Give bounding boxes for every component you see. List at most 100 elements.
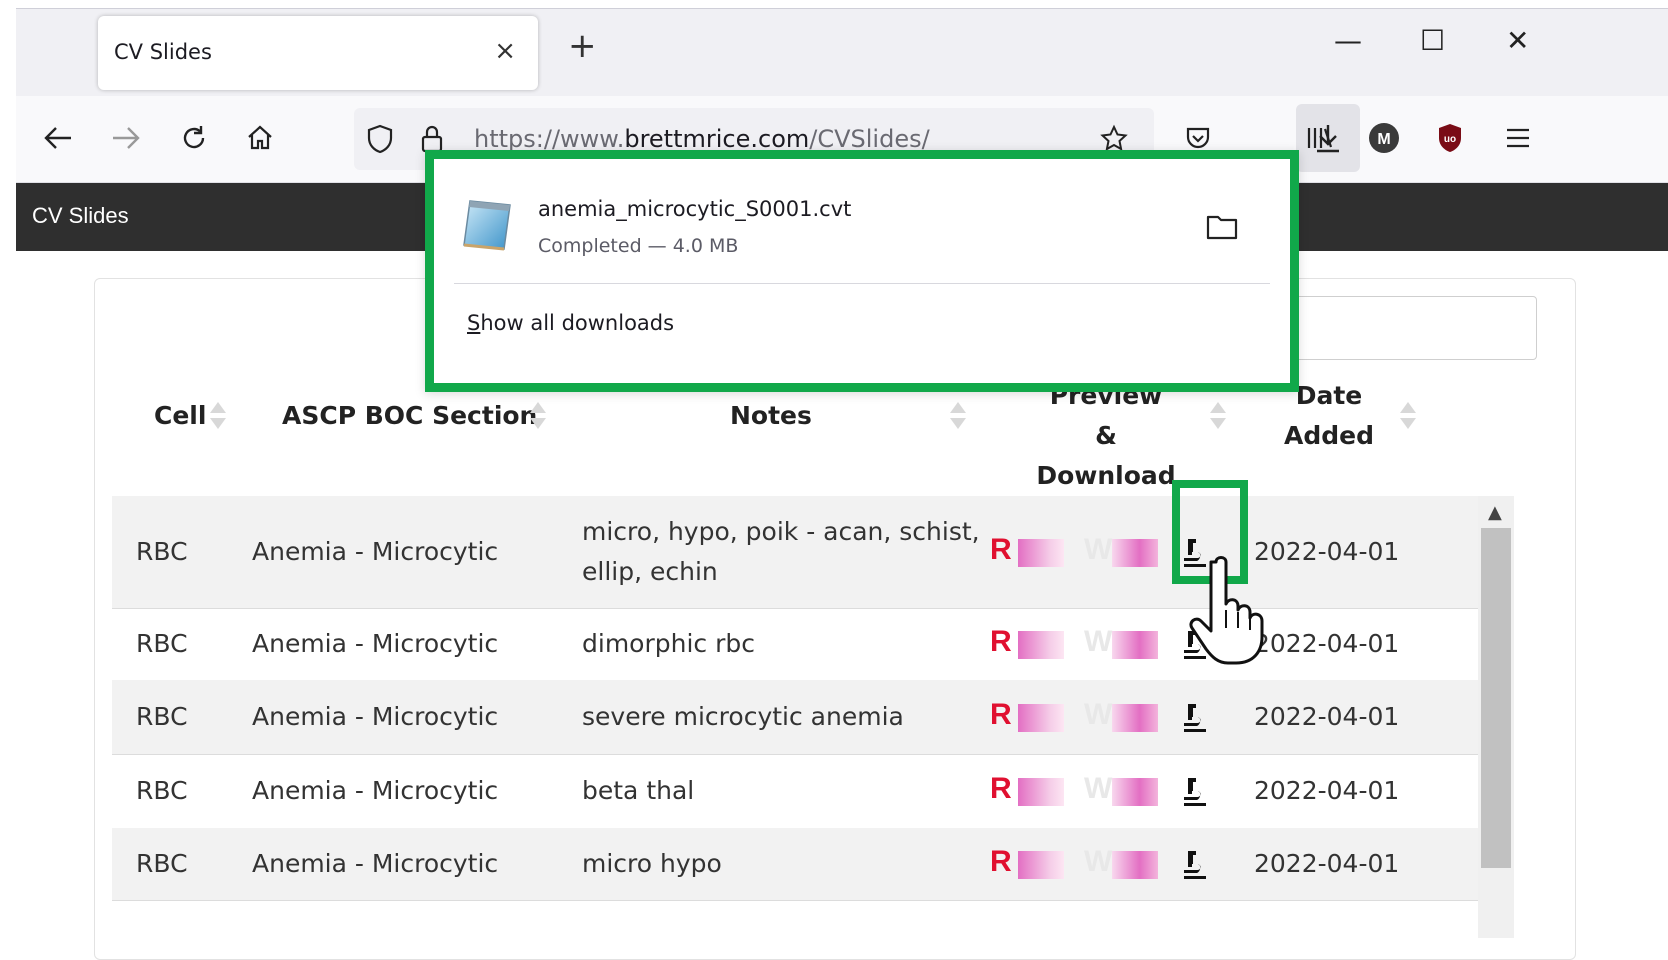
cell-notes: beta thal	[582, 776, 695, 805]
url-prefix: https://www.	[474, 125, 625, 153]
preview-r-label: R	[990, 845, 1012, 878]
preview-swatch	[1018, 851, 1064, 879]
cell-notes: dimorphic rbc	[582, 629, 755, 658]
download-status: Completed — 4.0 MB	[538, 235, 739, 257]
preview-swatch	[1112, 778, 1158, 806]
download-file-name[interactable]: anemia_microcytic_S0001.cvt	[538, 197, 851, 221]
table-row[interactable]: RBC Anemia - Microcytic severe microcyti…	[112, 680, 1478, 755]
microscope-download-icon[interactable]	[1180, 848, 1210, 880]
url-domain: brettmrice.com	[624, 125, 810, 153]
preview-swatch	[1112, 631, 1158, 659]
menu-icon[interactable]	[1496, 116, 1540, 160]
scroll-thumb[interactable]	[1481, 528, 1511, 868]
search-input[interactable]	[1270, 296, 1537, 360]
preview-w-label: W	[1084, 698, 1113, 731]
table-scrollbar[interactable]: ▲	[1478, 496, 1514, 938]
reload-icon[interactable]	[172, 116, 216, 160]
preview-r-label: R	[990, 625, 1012, 658]
preview-r-button[interactable]: R	[990, 533, 1064, 567]
preview-r-label: R	[990, 533, 1012, 566]
cell-date: 2022-04-01	[1254, 702, 1400, 731]
cell-section: Anemia - Microcytic	[252, 537, 499, 566]
preview-w-button[interactable]: W	[1084, 625, 1158, 659]
header-cell[interactable]: Cell	[154, 396, 206, 436]
table-header: Cell ASCP BOC Section Notes Preview & Do…	[112, 381, 1514, 498]
tab-title: CV Slides	[114, 40, 212, 64]
cell-date: 2022-04-01	[1254, 776, 1400, 805]
table-row[interactable]: RBC Anemia - Microcytic beta thal R W 20…	[112, 754, 1478, 829]
site-brand[interactable]: CV Slides	[32, 203, 129, 229]
svg-text:M: M	[1377, 131, 1390, 148]
preview-swatch	[1018, 704, 1064, 732]
preview-w-button[interactable]: W	[1084, 772, 1158, 806]
sort-icon[interactable]	[530, 402, 546, 432]
downloads-panel: anemia_microcytic_S0001.cvt Completed — …	[425, 150, 1299, 392]
preview-r-label: R	[990, 772, 1012, 805]
preview-swatch	[1112, 539, 1158, 567]
url-text[interactable]: https://www.brettmrice.com/CVSlides/	[474, 125, 930, 153]
svg-text:uo: uo	[1444, 134, 1456, 145]
cell-type: RBC	[136, 849, 188, 878]
shield-icon[interactable]	[358, 117, 402, 161]
preview-w-label: W	[1084, 625, 1113, 658]
preview-w-button[interactable]: W	[1084, 698, 1158, 732]
preview-r-button[interactable]: R	[990, 772, 1064, 806]
scroll-up-icon[interactable]: ▲	[1488, 502, 1502, 523]
microscope-download-icon[interactable]	[1180, 701, 1210, 733]
preview-r-button[interactable]: R	[990, 698, 1064, 732]
url-path: /CVSlides/	[809, 125, 930, 153]
cell-type: RBC	[136, 702, 188, 731]
minimize-button[interactable]: —	[1334, 27, 1362, 55]
notes-line: ellip, echin	[582, 557, 718, 586]
preview-r-label: R	[990, 698, 1012, 731]
cell-type: RBC	[136, 776, 188, 805]
tab-cv-slides[interactable]: CV Slides ×	[98, 16, 538, 90]
header-notes[interactable]: Notes	[730, 396, 812, 436]
cell-notes: severe microcytic anemia	[582, 702, 904, 731]
cell-section: Anemia - Microcytic	[252, 849, 499, 878]
cell-section: Anemia - Microcytic	[252, 629, 499, 658]
tab-strip: CV Slides × + — ☐ ✕	[16, 8, 1668, 96]
preview-r-button[interactable]: R	[990, 625, 1064, 659]
preview-w-button[interactable]: W	[1084, 533, 1158, 567]
account-avatar-icon[interactable]: M	[1362, 116, 1406, 160]
panel-divider	[454, 283, 1270, 284]
cell-type: RBC	[136, 629, 188, 658]
back-icon[interactable]	[36, 116, 80, 160]
cell-notes: micro hypo	[582, 849, 722, 878]
header-preview[interactable]: Preview & Download	[1036, 376, 1176, 496]
cell-notes: micro, hypo, poik - acan, schist, ellip,…	[582, 512, 980, 592]
microscope-download-icon[interactable]	[1180, 775, 1210, 807]
home-icon[interactable]	[238, 116, 282, 160]
show-all-label: how all downloads	[480, 311, 675, 335]
header-section[interactable]: ASCP BOC Section	[282, 396, 537, 436]
cell-section: Anemia - Microcytic	[252, 702, 499, 731]
cell-date: 2022-04-01	[1254, 849, 1400, 878]
open-folder-icon[interactable]	[1206, 213, 1238, 245]
maximize-button[interactable]: ☐	[1420, 27, 1445, 55]
preview-swatch	[1112, 851, 1158, 879]
table-row[interactable]: RBC Anemia - Microcytic micro hypo R W 2…	[112, 828, 1478, 901]
preview-w-label: W	[1084, 845, 1113, 878]
sort-icon[interactable]	[950, 402, 966, 432]
notes-line: micro, hypo, poik - acan, schist,	[582, 517, 980, 546]
preview-swatch	[1018, 631, 1064, 659]
preview-w-button[interactable]: W	[1084, 845, 1158, 879]
sort-icon[interactable]	[1400, 402, 1416, 432]
forward-icon[interactable]	[104, 116, 148, 160]
preview-r-button[interactable]: R	[990, 845, 1064, 879]
hand-cursor-icon	[1189, 556, 1264, 665]
library-icon[interactable]	[1298, 116, 1342, 160]
cell-section: Anemia - Microcytic	[252, 776, 499, 805]
preview-w-label: W	[1084, 533, 1113, 566]
show-all-accesskey: S	[467, 311, 481, 335]
show-all-downloads-link[interactable]: Show all downloads	[467, 311, 674, 335]
tab-close-icon[interactable]: ×	[494, 36, 516, 66]
ublock-shield-icon[interactable]: uo	[1428, 116, 1472, 160]
sort-icon[interactable]	[1210, 402, 1226, 432]
new-tab-button[interactable]: +	[568, 29, 597, 63]
sort-icon[interactable]	[210, 402, 226, 432]
preview-w-label: W	[1084, 772, 1113, 805]
close-window-button[interactable]: ✕	[1506, 27, 1529, 55]
notepad-file-icon	[463, 200, 511, 251]
